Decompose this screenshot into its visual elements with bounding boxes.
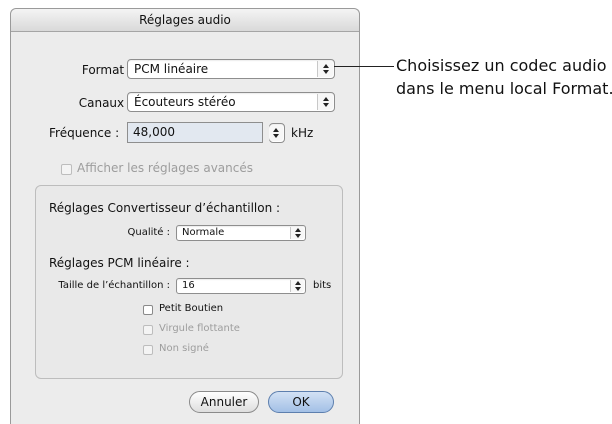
channels-value: Écouteurs stéréo: [134, 95, 236, 109]
advanced-settings-checkbox[interactable]: [61, 164, 72, 175]
sample-size-label: Taille de l’échantillon :: [58, 280, 170, 291]
channels-label: Canaux :: [78, 96, 132, 110]
popup-arrows-icon: [290, 280, 304, 292]
frequency-stepper[interactable]: [269, 123, 285, 143]
audio-settings-dialog: Réglages audio Format : PCM linéaire Can…: [10, 8, 360, 424]
sample-size-popup[interactable]: 16: [176, 278, 306, 294]
stepper-arrows-icon: [269, 125, 283, 141]
pcm-heading: Réglages PCM linéaire :: [49, 256, 190, 270]
virgule-flottante-label: Virgule flottante: [159, 323, 240, 334]
non-signe-label: Non signé: [159, 343, 209, 354]
format-label: Format :: [81, 63, 132, 77]
non-signe-checkbox[interactable]: [143, 345, 153, 355]
quality-value: Normale: [182, 227, 225, 238]
cancel-button[interactable]: Annuler: [189, 391, 259, 413]
sample-size-value: 16: [182, 280, 195, 291]
advanced-settings-label: Afficher les réglages avancés: [77, 161, 253, 175]
petit-boutien-label: Petit Boutien: [159, 303, 224, 314]
frequency-field[interactable]: 48,000: [127, 122, 263, 143]
sample-size-unit: bits: [313, 280, 332, 291]
popup-arrows-icon: [290, 227, 304, 239]
dialog-title: Réglages audio: [11, 9, 359, 32]
format-popup[interactable]: PCM linéaire: [127, 59, 335, 79]
quality-popup[interactable]: Normale: [176, 225, 306, 241]
petit-boutien-checkbox[interactable]: [143, 305, 153, 315]
ok-button[interactable]: OK: [268, 391, 334, 413]
converter-heading: Réglages Convertisseur d’échantillon :: [49, 201, 281, 215]
format-value: PCM linéaire: [134, 62, 209, 76]
frequency-unit: kHz: [291, 126, 314, 140]
callout-text-line2: dans le menu local Format.: [396, 79, 612, 98]
virgule-flottante-checkbox[interactable]: [143, 325, 153, 335]
frequency-label: Fréquence :: [49, 126, 120, 140]
callout-line: [334, 66, 394, 67]
popup-arrows-icon: [317, 94, 333, 110]
quality-label: Qualité :: [127, 227, 170, 238]
channels-popup[interactable]: Écouteurs stéréo: [127, 92, 335, 112]
popup-arrows-icon: [317, 61, 333, 77]
callout-text-line1: Choisissez un codec audio: [396, 56, 607, 75]
